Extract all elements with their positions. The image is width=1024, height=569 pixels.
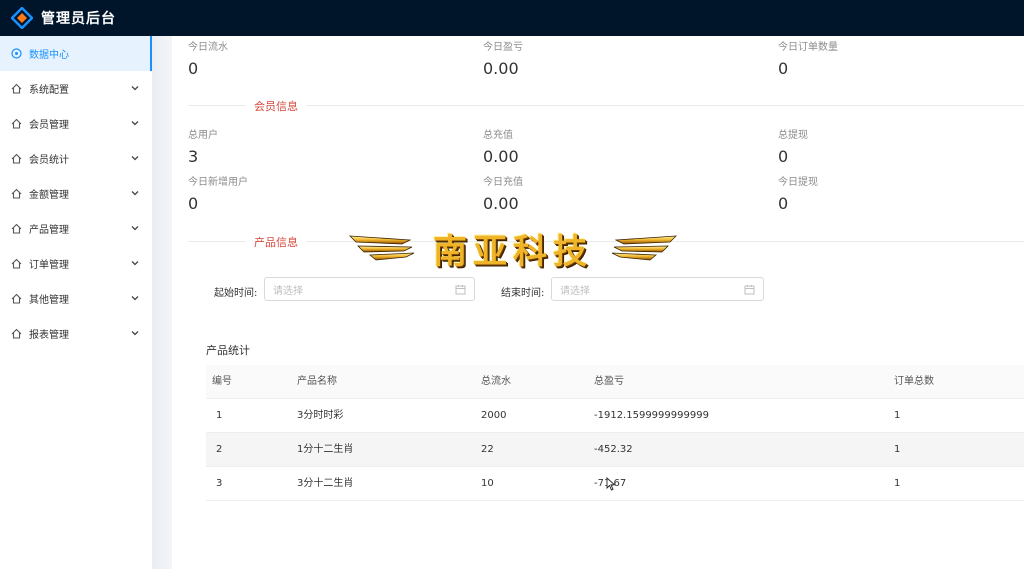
- end-date-input[interactable]: 请选择: [551, 277, 764, 301]
- stat-label: 今日充值: [483, 177, 523, 188]
- house-icon: [10, 293, 22, 305]
- table-cell: 1: [894, 410, 901, 421]
- chevron-down-icon: [131, 331, 139, 336]
- column-header: 编号: [212, 376, 232, 387]
- end-date-placeholder: 请选择: [560, 285, 590, 297]
- chevron-down-icon: [131, 296, 139, 301]
- end-time-label: 结束时间:: [501, 288, 545, 299]
- table-header-row: 编号 产品名称 总流水 总盈亏 订单总数: [206, 365, 1024, 399]
- column-header: 总盈亏: [594, 376, 624, 387]
- stat-value: 0.00: [483, 59, 519, 78]
- chevron-down-icon: [131, 261, 139, 266]
- stat-today-withdraw: 今日提现 0: [778, 173, 1024, 213]
- table-cell: 1: [216, 410, 223, 421]
- start-time-label: 起始时间:: [214, 288, 258, 299]
- stat-label: 总提现: [778, 130, 808, 141]
- banner-text: 南亚科技: [433, 232, 593, 272]
- house-icon: [10, 118, 22, 130]
- stat-label: 今日提现: [778, 177, 818, 188]
- stat-total-withdraw: 总提现 0: [778, 126, 1024, 166]
- start-date-input[interactable]: 请选择: [264, 277, 475, 301]
- logo-icon: [10, 6, 34, 30]
- column-header: 总流水: [481, 376, 511, 387]
- sidebar-item-amount-management[interactable]: 金额管理: [0, 176, 152, 211]
- sidebar-item-product-management[interactable]: 产品管理: [0, 211, 152, 246]
- stat-value: 0: [778, 59, 789, 78]
- mouse-cursor-icon: [606, 477, 616, 491]
- main-content: 今日流水 0 今日盈亏 0.00 今日订单数量 0 会员信息 总用户 3 总充值…: [172, 36, 1024, 569]
- stat-label: 今日订单数量: [778, 42, 838, 53]
- stat-label: 今日流水: [188, 42, 228, 53]
- stat-value: 0: [188, 194, 199, 213]
- stat-label: 今日新增用户: [188, 177, 248, 188]
- table-cell: 3分时时彩: [297, 410, 344, 421]
- sidebar-item-member-stats[interactable]: 会员统计: [0, 141, 152, 176]
- table-cell: 2000: [481, 410, 507, 421]
- section-title-member: 会员信息: [246, 98, 306, 114]
- table-cell: -452.32: [594, 444, 633, 455]
- stat-total-recharge: 总充值 0.00: [483, 126, 743, 166]
- stat-label: 总充值: [483, 130, 513, 141]
- column-header: 订单总数: [894, 376, 934, 387]
- stat-label: 总用户: [188, 130, 218, 141]
- house-icon: [10, 153, 22, 165]
- stat-label: 今日盈亏: [483, 42, 523, 53]
- table-cell: 1: [894, 444, 901, 455]
- table-cell: 2: [216, 444, 223, 455]
- sidebar-item-data-center[interactable]: 数据中心: [0, 36, 152, 71]
- brand-banner: 南亚科技: [348, 222, 678, 272]
- dashboard-icon: [10, 48, 22, 60]
- section-divider: [188, 105, 1024, 106]
- sidebar: 数据中心 系统配置 会员管理 会员统计 金额管理 产品管理 订单管理 其他管理 …: [0, 36, 152, 569]
- stat-today-profit: 今日盈亏 0.00: [483, 38, 743, 78]
- sidebar-gutter: [152, 36, 172, 569]
- stat-value: 0: [778, 194, 789, 213]
- section-title-product: 产品信息: [246, 234, 306, 250]
- chevron-down-icon: [131, 156, 139, 161]
- house-icon: [10, 328, 22, 340]
- chevron-down-icon: [131, 86, 139, 91]
- stat-today-orders: 今日订单数量 0: [778, 38, 1024, 78]
- table-cell: 3分十二生肖: [297, 478, 354, 489]
- stat-today-flow: 今日流水 0: [188, 38, 448, 78]
- calendar-icon: [455, 285, 466, 295]
- table-cell: 10: [481, 478, 494, 489]
- sidebar-item-order-management[interactable]: 订单管理: [0, 246, 152, 281]
- sidebar-item-report-management[interactable]: 报表管理: [0, 316, 152, 351]
- stat-value: 0.00: [483, 194, 519, 213]
- table-cell: 1分十二生肖: [297, 444, 354, 455]
- table-cell: 22: [481, 444, 494, 455]
- table-row: 1 3分时时彩 2000 -1912.1599999999999 1: [206, 399, 1024, 433]
- stat-today-recharge: 今日充值 0.00: [483, 173, 743, 213]
- table-row: 2 1分十二生肖 22 -452.32 1: [206, 433, 1024, 467]
- stat-total-users: 总用户 3: [188, 126, 448, 166]
- chevron-down-icon: [131, 121, 139, 126]
- column-header: 产品名称: [297, 376, 337, 387]
- chevron-down-icon: [131, 226, 139, 231]
- sidebar-item-system-config[interactable]: 系统配置: [0, 71, 152, 106]
- sidebar-item-label: 数据中心: [29, 50, 69, 61]
- app-title: 管理员后台: [41, 11, 116, 27]
- table-cell: 1: [894, 478, 901, 489]
- stat-value: 0: [188, 59, 199, 78]
- stat-value: 0: [778, 147, 789, 166]
- house-icon: [10, 223, 22, 235]
- house-icon: [10, 83, 22, 95]
- stat-value: 0.00: [483, 147, 519, 166]
- table-cell: -1912.1599999999999: [594, 410, 709, 421]
- stat-value: 3: [188, 147, 199, 166]
- chevron-down-icon: [131, 191, 139, 196]
- table-cell: 3: [216, 478, 223, 489]
- house-icon: [10, 188, 22, 200]
- sidebar-item-member-management[interactable]: 会员管理: [0, 106, 152, 141]
- start-date-placeholder: 请选择: [273, 285, 303, 297]
- product-stats-title: 产品统计: [206, 344, 250, 357]
- house-icon: [10, 258, 22, 270]
- top-bar: 管理员后台: [0, 0, 1024, 36]
- stat-new-users: 今日新增用户 0: [188, 173, 448, 213]
- calendar-icon: [744, 285, 755, 295]
- sidebar-item-other-management[interactable]: 其他管理: [0, 281, 152, 316]
